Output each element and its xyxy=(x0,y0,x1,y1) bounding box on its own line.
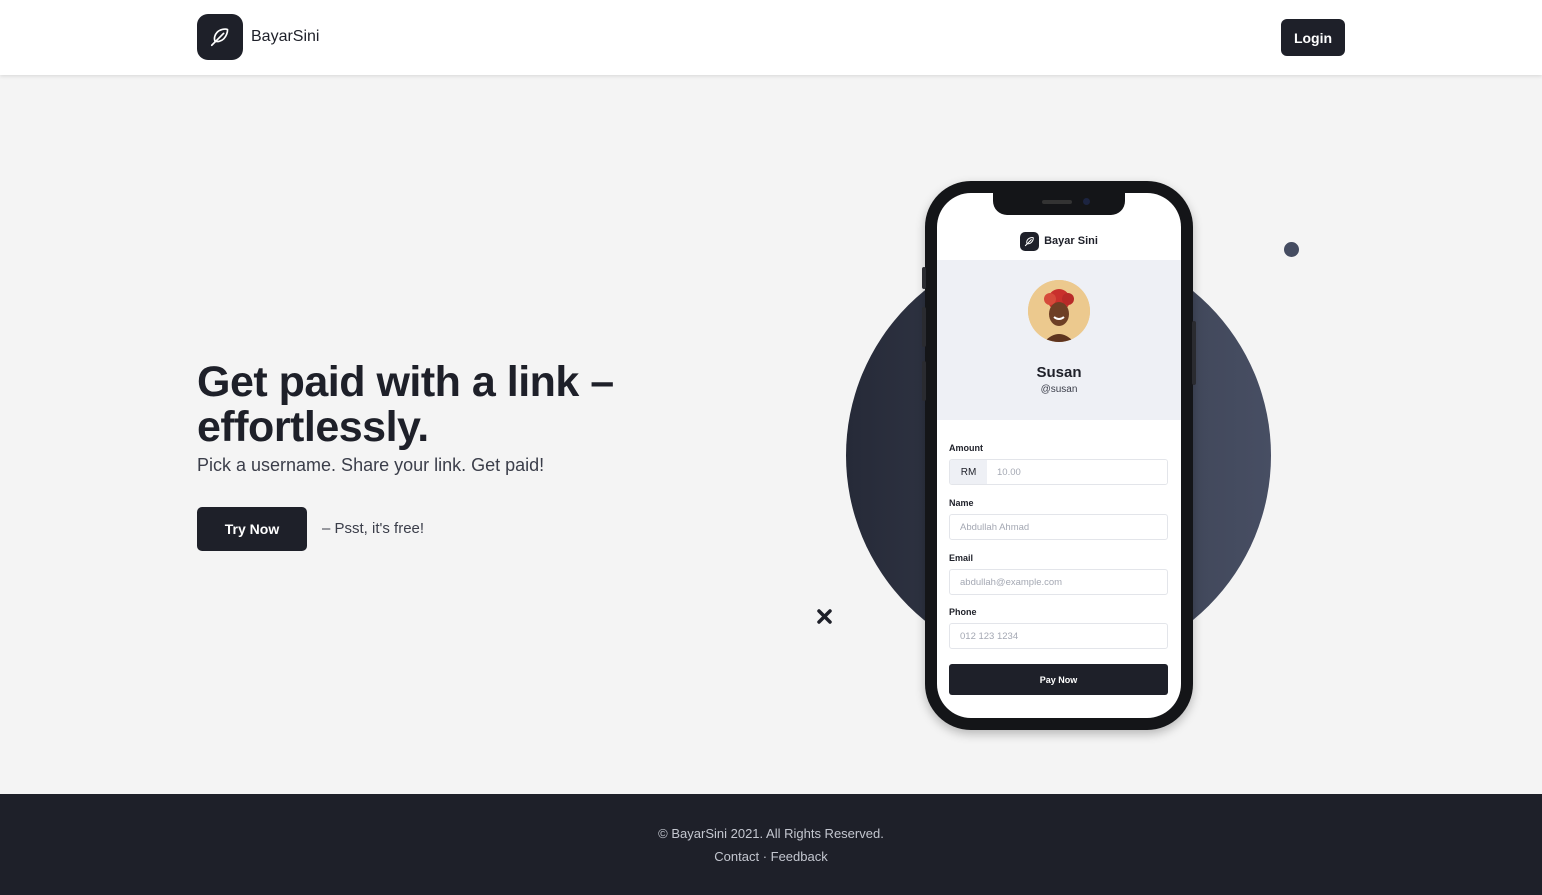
decorative-dot xyxy=(1284,242,1299,257)
hero-title-line1: Get paid with a link – xyxy=(197,358,614,406)
avatar xyxy=(1028,280,1090,342)
phone-power-button xyxy=(1192,321,1196,385)
currency-addon: RM xyxy=(950,460,987,484)
speaker xyxy=(1042,200,1072,204)
close-x-icon xyxy=(817,609,832,624)
login-button[interactable]: Login xyxy=(1281,19,1345,56)
phone-volume-up xyxy=(922,307,926,347)
phone-mockup: Bayar Sini Susan @susan Amount RM 10.00 … xyxy=(922,181,1196,730)
app-brand: Bayar Sini xyxy=(1044,235,1098,247)
hero-title: Get paid with a link – effortlessly. xyxy=(197,360,667,450)
phone-side-button xyxy=(922,267,926,289)
phone-label: Phone xyxy=(949,607,977,617)
amount-label: Amount xyxy=(949,443,983,453)
phone-volume-down xyxy=(922,361,926,401)
amount-field: RM xyxy=(949,459,1168,485)
hero-subtitle: Pick a username. Share your link. Get pa… xyxy=(197,455,545,475)
brand-name: BayarSini xyxy=(251,28,320,45)
avatar-image xyxy=(1028,280,1090,342)
feather-icon xyxy=(1024,236,1034,246)
hero-title-line2: effortlessly. xyxy=(197,403,429,451)
name-label: Name xyxy=(949,498,974,508)
app-logo xyxy=(1020,231,1040,251)
pay-now-button[interactable]: Pay Now xyxy=(949,664,1168,695)
profile-name: Susan xyxy=(1036,364,1082,381)
feather-icon xyxy=(210,28,229,47)
phone-notch xyxy=(993,193,1125,215)
site-header: BayarSini Login xyxy=(0,0,1542,75)
footer-links: Contact · Feedback xyxy=(0,849,1542,864)
email-input[interactable] xyxy=(949,569,1168,595)
app-header: Bayar Sini xyxy=(937,229,1181,253)
phone-input[interactable] xyxy=(949,623,1168,649)
amount-input[interactable] xyxy=(987,460,1167,484)
feedback-link[interactable]: Feedback xyxy=(771,849,828,864)
email-label: Email xyxy=(949,553,974,563)
site-footer: © BayarSini 2021. All Rights Reserved. C… xyxy=(0,794,1542,895)
copyright: © BayarSini 2021. All Rights Reserved. xyxy=(658,826,884,841)
camera xyxy=(1083,198,1090,205)
contact-link[interactable]: Contact xyxy=(714,849,759,864)
try-now-button[interactable]: Try Now xyxy=(197,507,307,551)
name-input[interactable] xyxy=(949,514,1168,540)
profile-card: Susan @susan xyxy=(937,260,1181,420)
phone-screen: Bayar Sini Susan @susan Amount RM 10.00 … xyxy=(937,193,1181,718)
link-separator: · xyxy=(759,849,771,864)
logo[interactable] xyxy=(197,14,243,60)
profile-handle: @susan xyxy=(1040,384,1078,395)
free-note: – Psst, it's free! xyxy=(322,520,425,537)
